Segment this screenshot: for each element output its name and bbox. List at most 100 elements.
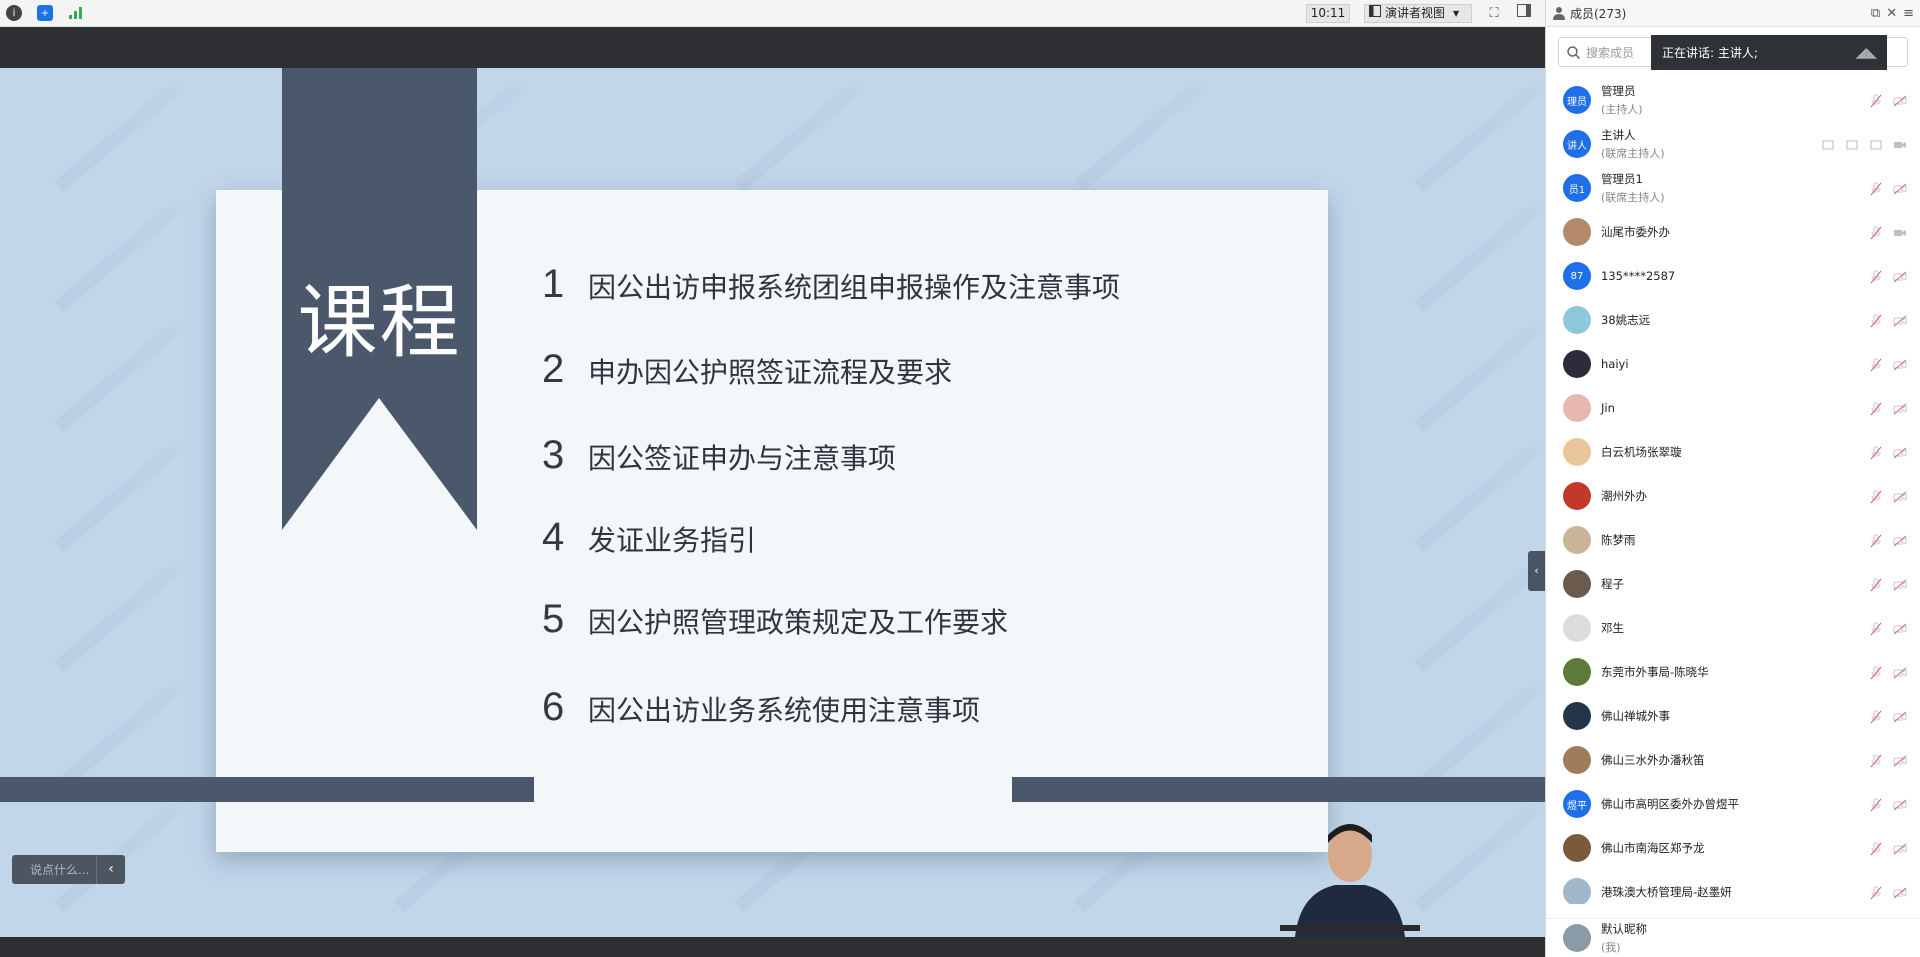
presenter-icon[interactable] bbox=[1845, 137, 1859, 151]
member-row[interactable]: 员1 管理员1 (联席主持人) bbox=[1546, 166, 1920, 210]
course-text: 因公签证申办与注意事项 bbox=[588, 442, 897, 475]
fullscreen-icon[interactable]: ⛶ bbox=[1484, 4, 1504, 23]
chevron-left-icon[interactable]: ‹ bbox=[96, 855, 125, 884]
chat-placeholder: 说点什么... bbox=[30, 863, 90, 877]
signal-icon[interactable] bbox=[68, 5, 84, 21]
avatar: 87 bbox=[1563, 262, 1591, 290]
member-row[interactable]: 陈梦雨 bbox=[1546, 518, 1920, 562]
mic-muted-icon[interactable] bbox=[1869, 313, 1883, 328]
watermark bbox=[1414, 558, 1545, 672]
mic-muted-icon[interactable] bbox=[1869, 533, 1883, 548]
member-row[interactable]: 佛山市南海区郑予龙 bbox=[1546, 826, 1920, 870]
course-number: 4 bbox=[542, 515, 565, 559]
member-row[interactable]: 程子 bbox=[1546, 562, 1920, 606]
avatar bbox=[1563, 570, 1591, 598]
close-icon[interactable]: ✕ bbox=[1886, 6, 1897, 21]
member-row[interactable]: 87 135****2587 bbox=[1546, 254, 1920, 298]
avatar bbox=[1563, 746, 1591, 774]
member-name: 佛山禅城外事 bbox=[1601, 709, 1670, 723]
mic-muted-icon[interactable] bbox=[1869, 181, 1883, 196]
member-row[interactable]: 讲人 主讲人 (联席主持人) bbox=[1546, 122, 1920, 166]
mic-muted-icon[interactable] bbox=[1869, 225, 1883, 240]
mic-muted-icon[interactable] bbox=[1869, 489, 1883, 504]
course-number: 6 bbox=[542, 685, 565, 729]
member-row[interactable]: haiyi bbox=[1546, 342, 1920, 386]
mic-muted-icon[interactable] bbox=[1869, 357, 1883, 372]
mic-muted-icon[interactable] bbox=[1869, 269, 1883, 284]
info-icon[interactable]: i bbox=[6, 5, 22, 21]
member-row[interactable]: 汕尾市委外办 bbox=[1546, 210, 1920, 254]
chat-input[interactable]: 说点什么... ‹ bbox=[12, 855, 125, 884]
member-name: 陈梦雨 bbox=[1601, 533, 1636, 547]
watermark bbox=[1414, 78, 1545, 192]
camera-off-icon[interactable] bbox=[1893, 709, 1907, 723]
mic-muted-icon[interactable] bbox=[1869, 665, 1883, 680]
member-row[interactable]: Jin bbox=[1546, 386, 1920, 430]
course-item: 1 因公出访申报系统团组申报操作及注意事项 bbox=[542, 262, 1120, 307]
mic-icon[interactable] bbox=[1869, 137, 1883, 151]
camera-off-icon[interactable] bbox=[1893, 665, 1907, 679]
top-toolbar: i + 10:11 演讲者视图 ▼ ⛶ bbox=[0, 0, 1545, 27]
camera-icon[interactable] bbox=[1893, 93, 1907, 107]
mic-muted-icon[interactable] bbox=[1869, 445, 1883, 460]
mic-muted-icon[interactable] bbox=[1869, 709, 1883, 724]
view-mode-label: 演讲者视图 bbox=[1385, 6, 1446, 20]
member-row[interactable]: 佛山禅城外事 bbox=[1546, 694, 1920, 738]
camera-off-icon[interactable] bbox=[1893, 357, 1907, 371]
camera-icon[interactable] bbox=[1893, 225, 1907, 239]
member-name: 38姚志远 bbox=[1601, 313, 1651, 327]
member-row[interactable]: 白云机场张翠璇 bbox=[1546, 430, 1920, 474]
mic-muted-icon[interactable] bbox=[1869, 401, 1883, 416]
camera-off-icon[interactable] bbox=[1893, 533, 1907, 547]
sidebar-toggle-icon[interactable] bbox=[1514, 4, 1534, 23]
camera-off-icon[interactable] bbox=[1893, 885, 1907, 899]
self-member-row[interactable]: 默认昵称 (我) bbox=[1546, 918, 1920, 957]
mic-muted-icon[interactable] bbox=[1869, 885, 1883, 900]
watermark bbox=[54, 438, 186, 552]
member-name: 管理员 bbox=[1601, 84, 1636, 98]
avatar bbox=[1563, 924, 1591, 952]
camera-off-icon[interactable] bbox=[1893, 841, 1907, 855]
course-item: 6 因公出访业务系统使用注意事项 bbox=[542, 685, 980, 730]
avatar bbox=[1563, 878, 1591, 904]
camera-off-icon[interactable] bbox=[1893, 621, 1907, 635]
camera-off-icon[interactable] bbox=[1893, 445, 1907, 459]
member-row[interactable]: 38姚志远 bbox=[1546, 298, 1920, 342]
mic-muted-icon[interactable] bbox=[1869, 577, 1883, 592]
course-item: 2 申办因公护照签证流程及要求 bbox=[542, 347, 952, 392]
panel-collapse-tab[interactable]: ‹ bbox=[1528, 551, 1545, 591]
mic-muted-icon[interactable] bbox=[1869, 841, 1883, 856]
member-row[interactable]: 港珠澳大桥管理局-赵墨妍 bbox=[1546, 870, 1920, 904]
decor-strip-left bbox=[0, 777, 534, 802]
member-row[interactable]: 潮州外办 bbox=[1546, 474, 1920, 518]
member-row[interactable]: 理员 管理员 (主持人) bbox=[1546, 78, 1920, 122]
member-name: 管理员1 bbox=[1601, 172, 1643, 186]
popout-icon[interactable]: ⧉ bbox=[1871, 6, 1880, 21]
camera-off-icon[interactable] bbox=[1893, 313, 1907, 327]
presenter-video bbox=[1280, 824, 1420, 937]
mic-muted-icon[interactable] bbox=[1869, 93, 1883, 108]
member-row[interactable]: 邓生 bbox=[1546, 606, 1920, 650]
mic-muted-icon[interactable] bbox=[1869, 797, 1883, 812]
member-name: 135****2587 bbox=[1601, 269, 1676, 283]
course-item: 4 发证业务指引 bbox=[542, 515, 756, 560]
camera-icon[interactable] bbox=[1893, 137, 1907, 151]
camera-off-icon[interactable] bbox=[1893, 753, 1907, 767]
menu-icon[interactable]: ≡ bbox=[1903, 6, 1914, 21]
screen-share-icon[interactable] bbox=[1821, 137, 1835, 151]
mic-muted-icon[interactable] bbox=[1869, 753, 1883, 768]
camera-off-icon[interactable] bbox=[1893, 797, 1907, 811]
shield-icon[interactable]: + bbox=[37, 5, 53, 21]
camera-off-icon[interactable] bbox=[1893, 577, 1907, 591]
mic-muted-icon[interactable] bbox=[1869, 621, 1883, 636]
member-row[interactable]: 东莞市外事局-陈晓华 bbox=[1546, 650, 1920, 694]
camera-off-icon[interactable] bbox=[1893, 269, 1907, 283]
camera-off-icon[interactable] bbox=[1893, 401, 1907, 415]
camera-off-icon[interactable] bbox=[1893, 489, 1907, 503]
view-mode-dropdown[interactable]: 演讲者视图 ▼ bbox=[1364, 4, 1472, 23]
member-panel: 成员(273) ⧉ ✕ ≡ 搜索成员 正在讲话: 主讲人; ◢◣ 理员 管理员 (主… bbox=[1545, 0, 1920, 957]
camera-off-icon[interactable] bbox=[1893, 181, 1907, 195]
member-row[interactable]: 佛山三水外办潘秋笛 bbox=[1546, 738, 1920, 782]
member-row[interactable]: 煜平 佛山市高明区委外办曾煜平 bbox=[1546, 782, 1920, 826]
stage-top-bar bbox=[0, 27, 1545, 68]
